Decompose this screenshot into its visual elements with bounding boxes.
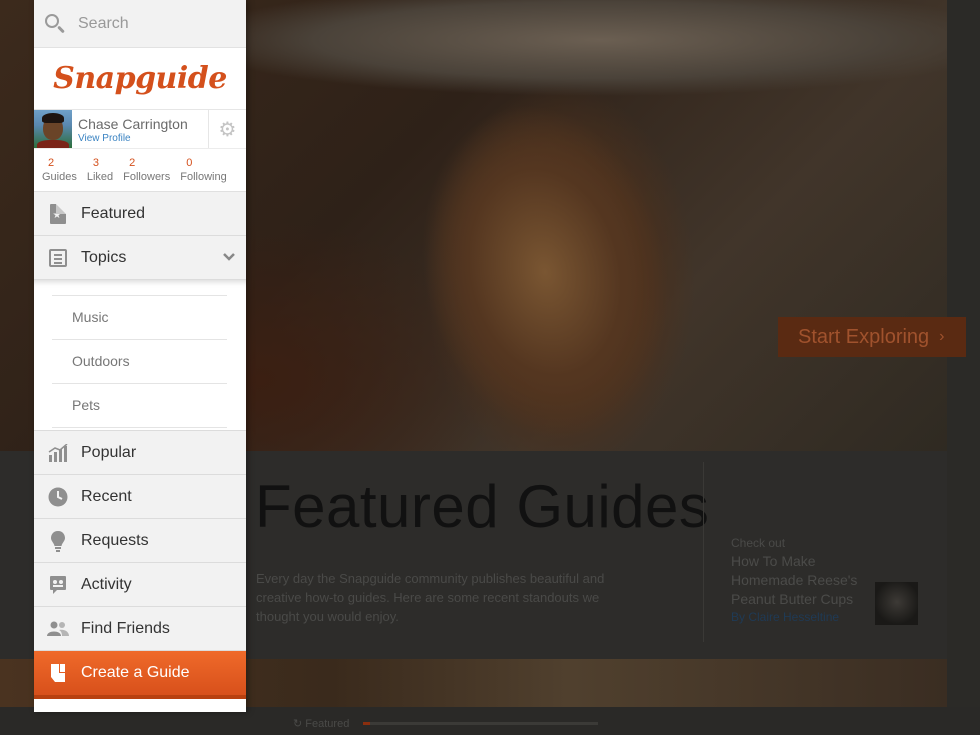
create-guide-icon [34, 663, 81, 683]
featured-indicator: ↻ Featured [293, 717, 349, 730]
profile-name: Chase Carrington [78, 116, 188, 132]
start-exploring-button[interactable]: Start Exploring › [778, 317, 966, 357]
search-icon [44, 13, 66, 35]
stat-liked[interactable]: 3 Liked [87, 149, 113, 191]
profile-info: Chase Carrington View Profile [72, 110, 208, 148]
nav-featured-label: Featured [81, 204, 146, 222]
logo-text: Snapguide [53, 61, 227, 96]
nav-popular-label: Popular [81, 443, 137, 461]
snapguide-logo[interactable]: Snapguide [34, 48, 246, 110]
nav-find-friends-label: Find Friends [81, 619, 170, 637]
topics-submenu: Music Outdoors Pets [34, 280, 246, 431]
settings-button[interactable]: ⚙ [208, 110, 246, 148]
checkout-guide-title[interactable]: How To Make Homemade Reese's Peanut Butt… [731, 552, 861, 609]
sidebar: Snapguide Chase Carrington View Profile … [34, 0, 246, 712]
topics-icon [34, 248, 81, 267]
featured-indicator-label: Featured [305, 718, 350, 730]
nav-featured[interactable]: ★ Featured [34, 192, 246, 236]
nav-popular[interactable]: Popular [34, 431, 246, 475]
nav-requests-label: Requests [81, 531, 149, 549]
start-exploring-label: Start Exploring [798, 325, 930, 348]
nav-topics-label: Topics [81, 248, 127, 266]
stat-following-label: Following [180, 171, 227, 183]
topic-label: Music [72, 309, 109, 325]
stat-following-count: 0 [186, 157, 193, 169]
stat-following[interactable]: 0 Following [180, 149, 226, 191]
create-guide-button[interactable]: Create a Guide [34, 651, 246, 699]
nav-requests[interactable]: Requests [34, 519, 246, 563]
nav-find-friends[interactable]: Find Friends [34, 607, 246, 651]
stat-followers-count: 2 [129, 157, 136, 169]
progress-track [363, 722, 598, 725]
nav-topics[interactable]: Topics [34, 236, 246, 280]
stat-guides-count: 2 [48, 157, 55, 169]
topic-label: Pets [72, 397, 101, 413]
refresh-icon: ↻ [293, 718, 303, 730]
friends-icon [34, 621, 81, 637]
stat-followers[interactable]: 2 Followers [123, 149, 170, 191]
checkout-label: Check out [731, 536, 786, 550]
checkout-thumbnail[interactable] [875, 582, 918, 625]
nav-activity[interactable]: Activity [34, 563, 246, 607]
nav-activity-label: Activity [81, 575, 132, 593]
topic-item-pets[interactable]: Pets [52, 384, 227, 428]
clock-icon [34, 487, 81, 507]
topic-item-outdoors[interactable]: Outdoors [52, 340, 227, 384]
progress-fill [363, 722, 371, 725]
featured-icon: ★ [34, 203, 81, 224]
stat-liked-label: Liked [86, 171, 114, 183]
nav-recent[interactable]: Recent [34, 475, 246, 519]
divider [703, 462, 704, 642]
topic-label: Outdoors [72, 353, 130, 369]
activity-icon [34, 575, 81, 595]
create-guide-label: Create a Guide [81, 664, 190, 681]
chevron-down-icon [223, 253, 235, 261]
stat-followers-label: Followers [123, 171, 171, 183]
lightbulb-icon [34, 530, 81, 552]
stat-liked-count: 3 [92, 157, 99, 169]
stat-guides-label: Guides [42, 171, 77, 183]
bar-chart-icon [34, 443, 81, 462]
view-profile-link[interactable]: View Profile [78, 132, 208, 146]
chevron-right-icon: › [939, 328, 945, 345]
checkout-author-link[interactable]: By Claire Hesseltine [731, 610, 839, 624]
search-bar [34, 0, 246, 48]
stat-guides[interactable]: 2 Guides [42, 149, 77, 191]
featured-description: Every day the Snapguide community publis… [256, 571, 605, 624]
profile-stats: 2 Guides 3 Liked 2 Followers 0 Following [34, 149, 246, 192]
search-input[interactable] [78, 14, 228, 33]
gear-icon: ⚙ [218, 117, 237, 141]
avatar[interactable] [34, 110, 72, 148]
nav-recent-label: Recent [81, 487, 132, 505]
topic-item-music[interactable]: Music [52, 296, 227, 340]
topic-item-partial[interactable] [52, 280, 227, 296]
user-profile: Chase Carrington View Profile ⚙ [34, 110, 246, 149]
featured-title: Featured Guides [255, 473, 710, 540]
